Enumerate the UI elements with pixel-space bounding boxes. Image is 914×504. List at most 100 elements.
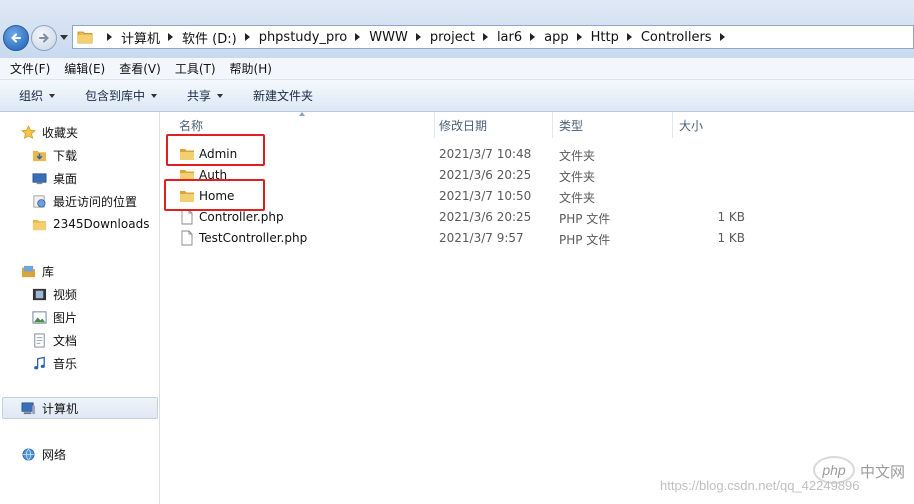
file-type: 文件夹	[559, 191, 596, 205]
nav-music[interactable]: 音乐	[31, 353, 77, 373]
breadcrumb-item[interactable]: lar6	[497, 30, 522, 45]
breadcrumb-item[interactable]: WWW	[369, 30, 408, 45]
file-row[interactable]: TestController.php 2021/3/7 9:57 PHP 文件 1 K…	[161, 228, 761, 249]
file-date: 2021/3/6 20:25	[439, 210, 532, 224]
breadcrumb-separator-icon[interactable]	[482, 33, 488, 41]
nav-downloads-label: 下载	[53, 148, 78, 163]
breadcrumb-separator-icon[interactable]	[168, 33, 174, 41]
nav-downloads[interactable]: 下载	[31, 145, 77, 165]
chevron-down-icon	[151, 93, 158, 98]
nav-2345downloads[interactable]: 2345Downloads	[31, 214, 149, 234]
breadcrumb-item[interactable]: project	[430, 30, 475, 45]
organize-label: 组织	[19, 89, 44, 103]
file-date: 2021/3/7 10:50	[439, 189, 532, 203]
column-name-label: 名称	[179, 118, 204, 133]
downloads-folder-icon	[31, 147, 47, 163]
breadcrumb-separator-icon[interactable]	[107, 33, 112, 41]
new-folder-button[interactable]: 新建文件夹	[253, 87, 313, 104]
nav-pictures[interactable]: 图片	[31, 307, 77, 327]
network-icon	[20, 446, 36, 462]
breadcrumb-item[interactable]: phpstudy_pro	[259, 30, 348, 45]
menu-tools[interactable]: 工具(T)	[175, 60, 216, 77]
breadcrumb-item[interactable]: app	[544, 30, 568, 45]
watermark-url: https://blog.csdn.net/qq_42249896	[660, 478, 860, 493]
php-logo-text: php	[822, 462, 846, 478]
command-bar: 组织 包含到库中 共享 新建文件夹	[0, 80, 914, 112]
document-icon	[31, 332, 47, 348]
organize-button[interactable]: 组织	[19, 87, 56, 104]
breadcrumb-item[interactable]: 计算机	[121, 28, 160, 47]
menu-view[interactable]: 查看(V)	[119, 60, 161, 77]
chevron-down-icon	[217, 93, 224, 98]
nav-recent-label: 最近访问的位置	[53, 194, 138, 209]
column-header-type[interactable]: 类型	[553, 112, 673, 138]
menu-bar: 文件(F) 编辑(E) 查看(V) 工具(T) 帮助(H)	[0, 58, 914, 80]
column-size-label: 大小	[679, 118, 704, 133]
file-name: TestController.php	[199, 231, 308, 245]
nav-favorites[interactable]: 收藏夹	[20, 122, 78, 142]
folder-icon	[77, 31, 93, 44]
recent-places-icon	[31, 193, 47, 209]
music-note-icon	[31, 355, 47, 371]
file-size: 1 KB	[717, 231, 745, 245]
desktop-icon	[31, 170, 47, 186]
chevron-down-icon	[49, 93, 56, 98]
breadcrumb-item[interactable]: 软件 (D:)	[182, 28, 237, 47]
share-label: 共享	[187, 89, 212, 103]
file-date: 2021/3/7 9:57	[439, 231, 524, 245]
include-in-library-button[interactable]: 包含到库中	[85, 87, 158, 104]
menu-help[interactable]: 帮助(H)	[230, 60, 272, 77]
nav-documents-label: 文档	[53, 333, 78, 348]
nav-videos[interactable]: 视频	[31, 284, 77, 304]
breadcrumb-item[interactable]: Controllers	[641, 30, 712, 45]
menu-file[interactable]: 文件(F)	[10, 60, 50, 77]
recent-pages-dropdown[interactable]	[60, 35, 68, 40]
forward-arrow-icon	[39, 33, 49, 43]
breadcrumb-separator-icon[interactable]	[355, 33, 361, 41]
star-icon	[20, 124, 36, 140]
nav-desktop[interactable]: 桌面	[31, 168, 77, 188]
back-button[interactable]	[3, 25, 29, 51]
libraries-icon	[20, 263, 36, 279]
address-bar[interactable]: 计算机 软件 (D:) phpstudy_pro WWW project lar6 app H…	[72, 25, 914, 49]
breadcrumb-separator-icon[interactable]	[719, 33, 725, 41]
nav-libraries[interactable]: 库	[20, 261, 54, 281]
forward-button[interactable]	[31, 25, 57, 51]
file-list: 名称 修改日期 类型 大小 Admin 2021/3/7 10:48 文件夹 Auth…	[161, 112, 914, 504]
file-icon	[179, 209, 195, 225]
nav-recent-places[interactable]: 最近访问的位置	[31, 191, 137, 211]
nav-documents[interactable]: 文档	[31, 330, 77, 350]
navigation-pane: 收藏夹 下载 桌面 最近访问的位置 2345Downloads 库 视频 图片 …	[0, 112, 160, 504]
nav-network[interactable]: 网络	[20, 444, 66, 464]
folder-icon	[31, 216, 47, 232]
share-button[interactable]: 共享	[187, 87, 224, 104]
picture-icon	[31, 309, 47, 325]
annotation-box-home	[164, 179, 265, 211]
file-size: 1 KB	[717, 210, 745, 224]
nav-favorites-label: 收藏夹	[42, 125, 79, 140]
back-arrow-icon	[11, 33, 21, 43]
nav-computer-label: 计算机	[42, 401, 79, 416]
file-type: PHP 文件	[559, 212, 611, 226]
nav-2345downloads-label: 2345Downloads	[53, 217, 150, 231]
menu-edit[interactable]: 编辑(E)	[64, 60, 105, 77]
column-header-size[interactable]: 大小	[673, 112, 759, 138]
file-type: PHP 文件	[559, 233, 611, 247]
breadcrumb-separator-icon[interactable]	[244, 33, 250, 41]
breadcrumb-separator-icon[interactable]	[576, 33, 582, 41]
sort-ascending-icon	[299, 112, 305, 116]
breadcrumb-separator-icon[interactable]	[415, 33, 421, 41]
breadcrumb-separator-icon[interactable]	[530, 33, 536, 41]
nav-computer[interactable]: 计算机	[2, 397, 158, 419]
include-library-label: 包含到库中	[85, 89, 146, 103]
new-folder-label: 新建文件夹	[253, 89, 314, 103]
nav-pictures-label: 图片	[53, 310, 78, 325]
breadcrumb-separator-icon[interactable]	[626, 33, 632, 41]
nav-music-label: 音乐	[53, 356, 78, 371]
file-date: 2021/3/7 10:48	[439, 147, 532, 161]
column-header-date[interactable]: 修改日期	[433, 112, 553, 138]
column-date-label: 修改日期	[439, 118, 488, 133]
breadcrumb-item[interactable]: Http	[591, 30, 619, 45]
file-name: Controller.php	[199, 210, 284, 224]
file-date: 2021/3/6 20:25	[439, 168, 532, 182]
